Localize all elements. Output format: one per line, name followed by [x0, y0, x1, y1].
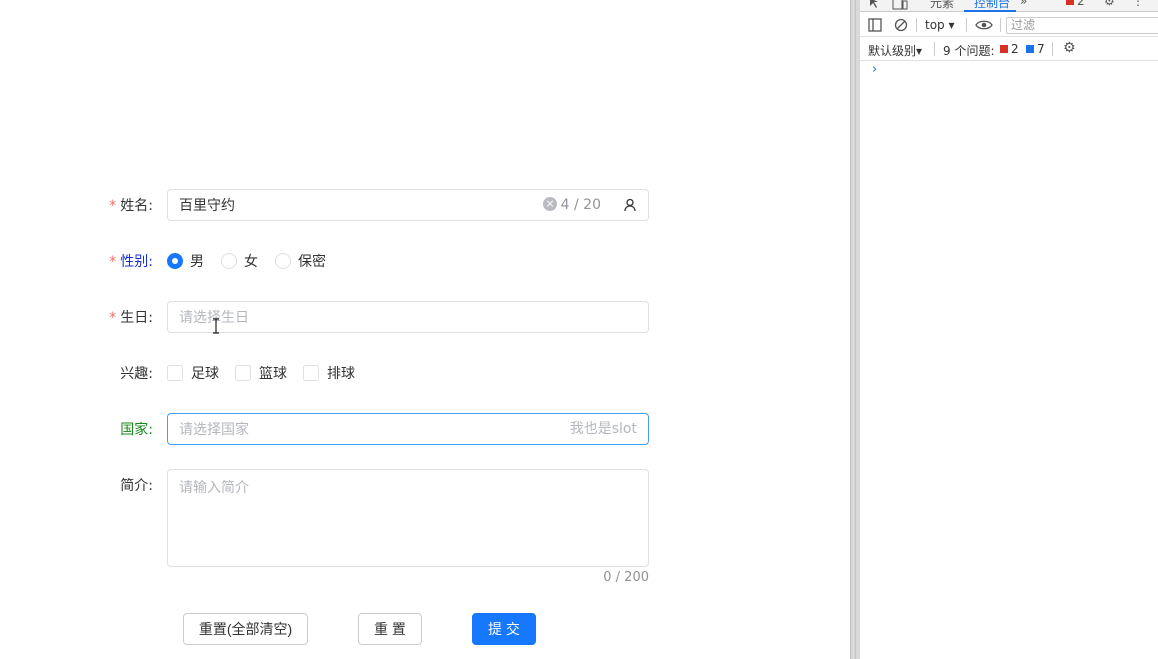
- issues-label: 9 个问题:: [943, 44, 995, 58]
- intro-counter: 0 / 200: [603, 570, 649, 585]
- birthday-label: * 生日:: [109, 310, 153, 326]
- toolbar-separator: [934, 42, 935, 56]
- active-tab-indicator: [964, 10, 1016, 12]
- text-cursor-icon: [213, 318, 219, 334]
- inspect-icon[interactable]: [868, 0, 882, 10]
- checkbox-volleyball[interactable]: 排球: [303, 363, 355, 383]
- console-toolbar: top ▾ 过滤: [860, 13, 1158, 37]
- toolbar-separator: [1052, 42, 1053, 56]
- submit-button[interactable]: 提 交: [472, 613, 536, 645]
- name-counter: 4 / 20: [560, 197, 601, 213]
- gender-row: * 性别:: [0, 245, 160, 277]
- console-prompt[interactable]: ›: [872, 62, 877, 77]
- console-settings-icon[interactable]: ⚙: [1063, 40, 1076, 56]
- hobby-label: 兴趣:: [120, 366, 153, 382]
- country-placeholder: 请选择国家: [179, 422, 249, 438]
- intro-placeholder: 请输入简介: [179, 480, 249, 496]
- checkbox-box[interactable]: [167, 365, 183, 381]
- issues-error-count[interactable]: 2: [1000, 42, 1019, 56]
- sidebar-toggle-icon[interactable]: [868, 18, 882, 32]
- devtools-panel: 元素 控制台 » 2 ⚙ ⋮ top ▾ 过滤 默认级别▾ 9 个问题: 2 7…: [860, 0, 1158, 659]
- name-input[interactable]: 百里守约 × 4 / 20: [167, 189, 612, 221]
- error-flag-icon: [1066, 0, 1074, 5]
- toolbar-separator: [966, 18, 967, 32]
- tab-elements[interactable]: 元素: [930, 0, 954, 11]
- more-tabs-icon[interactable]: »: [1020, 0, 1027, 8]
- console-toolbar-secondary: 默认级别▾ 9 个问题: 2 7 ⚙: [860, 37, 1158, 61]
- radio-secret[interactable]: 保密: [275, 251, 326, 271]
- country-slot-text: 我也是slot: [569, 421, 637, 437]
- intro-row: 简介:: [0, 469, 160, 501]
- context-selector[interactable]: top ▾: [925, 18, 955, 32]
- name-value: 百里守约: [179, 198, 235, 214]
- devtools-tabbar: 元素 控制台 » 2 ⚙ ⋮: [860, 0, 1158, 12]
- clear-icon[interactable]: ×: [543, 197, 557, 211]
- device-toolbar-icon[interactable]: [892, 0, 908, 10]
- settings-icon[interactable]: ⚙: [1104, 0, 1115, 8]
- checkbox-football[interactable]: 足球: [167, 363, 219, 383]
- message-icon: [1026, 45, 1034, 53]
- intro-label: 简介:: [120, 478, 153, 494]
- gender-radio-group: 男 女 保密: [167, 245, 343, 277]
- reset-button[interactable]: 重 置: [358, 613, 422, 645]
- user-icon: [623, 198, 636, 212]
- checkbox-box[interactable]: [303, 365, 319, 381]
- country-label: 国家:: [120, 422, 153, 438]
- log-level-selector[interactable]: 默认级别▾: [868, 42, 922, 59]
- user-append-button[interactable]: [611, 189, 649, 221]
- filter-input[interactable]: 过滤: [1006, 17, 1158, 34]
- gender-label: * 性别:: [109, 254, 153, 270]
- radio-male[interactable]: 男: [167, 251, 204, 271]
- name-row: * 姓名:: [0, 189, 160, 221]
- radio-dot[interactable]: [275, 253, 291, 269]
- clear-console-icon[interactable]: [894, 18, 908, 32]
- more-options-icon[interactable]: ⋮: [1132, 0, 1144, 8]
- devtools-splitter[interactable]: [850, 0, 860, 659]
- radio-dot[interactable]: [221, 253, 237, 269]
- eye-icon[interactable]: [975, 18, 993, 32]
- name-label: * 姓名:: [109, 198, 153, 214]
- checkbox-box[interactable]: [235, 365, 251, 381]
- birthday-row: * 生日:: [0, 301, 160, 333]
- toolbar-separator: [916, 18, 917, 32]
- birthday-input[interactable]: 请选择生日: [167, 301, 649, 333]
- toolbar-separator: [1000, 18, 1001, 32]
- country-select[interactable]: 请选择国家 我也是slot: [167, 413, 649, 445]
- issues-badge[interactable]: 2: [1066, 0, 1085, 8]
- reset-all-button[interactable]: 重置(全部清空): [183, 613, 308, 645]
- app-root: * 姓名: 百里守约 × 4 / 20 * 性别: 男 女 保密 * 生日: 请选择生…: [0, 0, 1158, 659]
- issues-message-count[interactable]: 7: [1026, 42, 1045, 56]
- radio-dot[interactable]: [167, 253, 183, 269]
- country-row: 国家:: [0, 413, 160, 445]
- hobby-checkbox-group: 足球 篮球 排球: [167, 357, 371, 389]
- intro-textarea[interactable]: 请输入简介: [167, 469, 649, 567]
- checkbox-basketball[interactable]: 篮球: [235, 363, 287, 383]
- hobby-row: 兴趣:: [0, 357, 160, 389]
- error-flag-icon: [1000, 45, 1008, 53]
- form-panel: * 姓名: 百里守约 × 4 / 20 * 性别: 男 女 保密 * 生日: 请选择生…: [0, 0, 850, 659]
- radio-female[interactable]: 女: [221, 251, 258, 271]
